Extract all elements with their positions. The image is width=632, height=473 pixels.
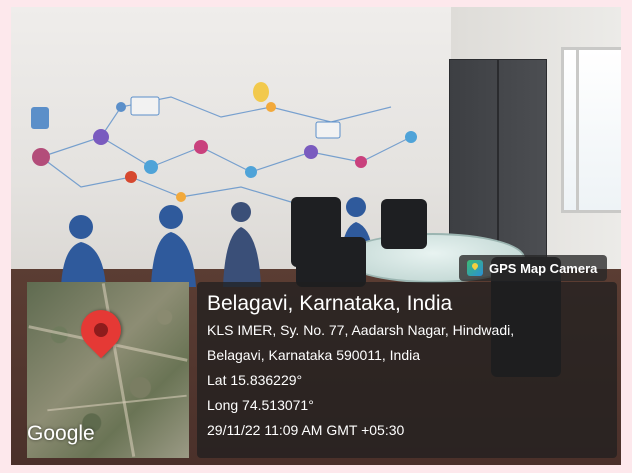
map-thumbnail: Google (27, 282, 189, 458)
longitude: Long 74.513071° (207, 397, 314, 413)
location-card: Google Belagavi, Karnataka, India KLS IM… (27, 282, 617, 458)
map-pin-icon (72, 301, 130, 359)
timestamp: 29/11/22 11:09 AM GMT +05:30 (207, 422, 405, 438)
badge-label: GPS Map Camera (489, 260, 598, 276)
window (561, 47, 621, 213)
address-line-1: KLS IMER, Sy. No. 77, Aadarsh Nagar, Hin… (207, 322, 515, 338)
latitude: Lat 15.836229° (207, 372, 303, 388)
gps-map-camera-icon (467, 260, 483, 276)
chair (296, 237, 366, 287)
gps-map-camera-badge: GPS Map Camera (459, 255, 608, 281)
location-info: Belagavi, Karnataka, India KLS IMER, Sy.… (197, 282, 617, 458)
location-title: Belagavi, Karnataka, India (207, 292, 453, 315)
map-provider-logo: Google (27, 422, 95, 445)
chair (381, 199, 427, 249)
photo: GPS Map Camera Google Belagavi, Karnatak… (11, 7, 621, 465)
address-line-2: Belagavi, Karnataka 590011, India (207, 347, 421, 363)
